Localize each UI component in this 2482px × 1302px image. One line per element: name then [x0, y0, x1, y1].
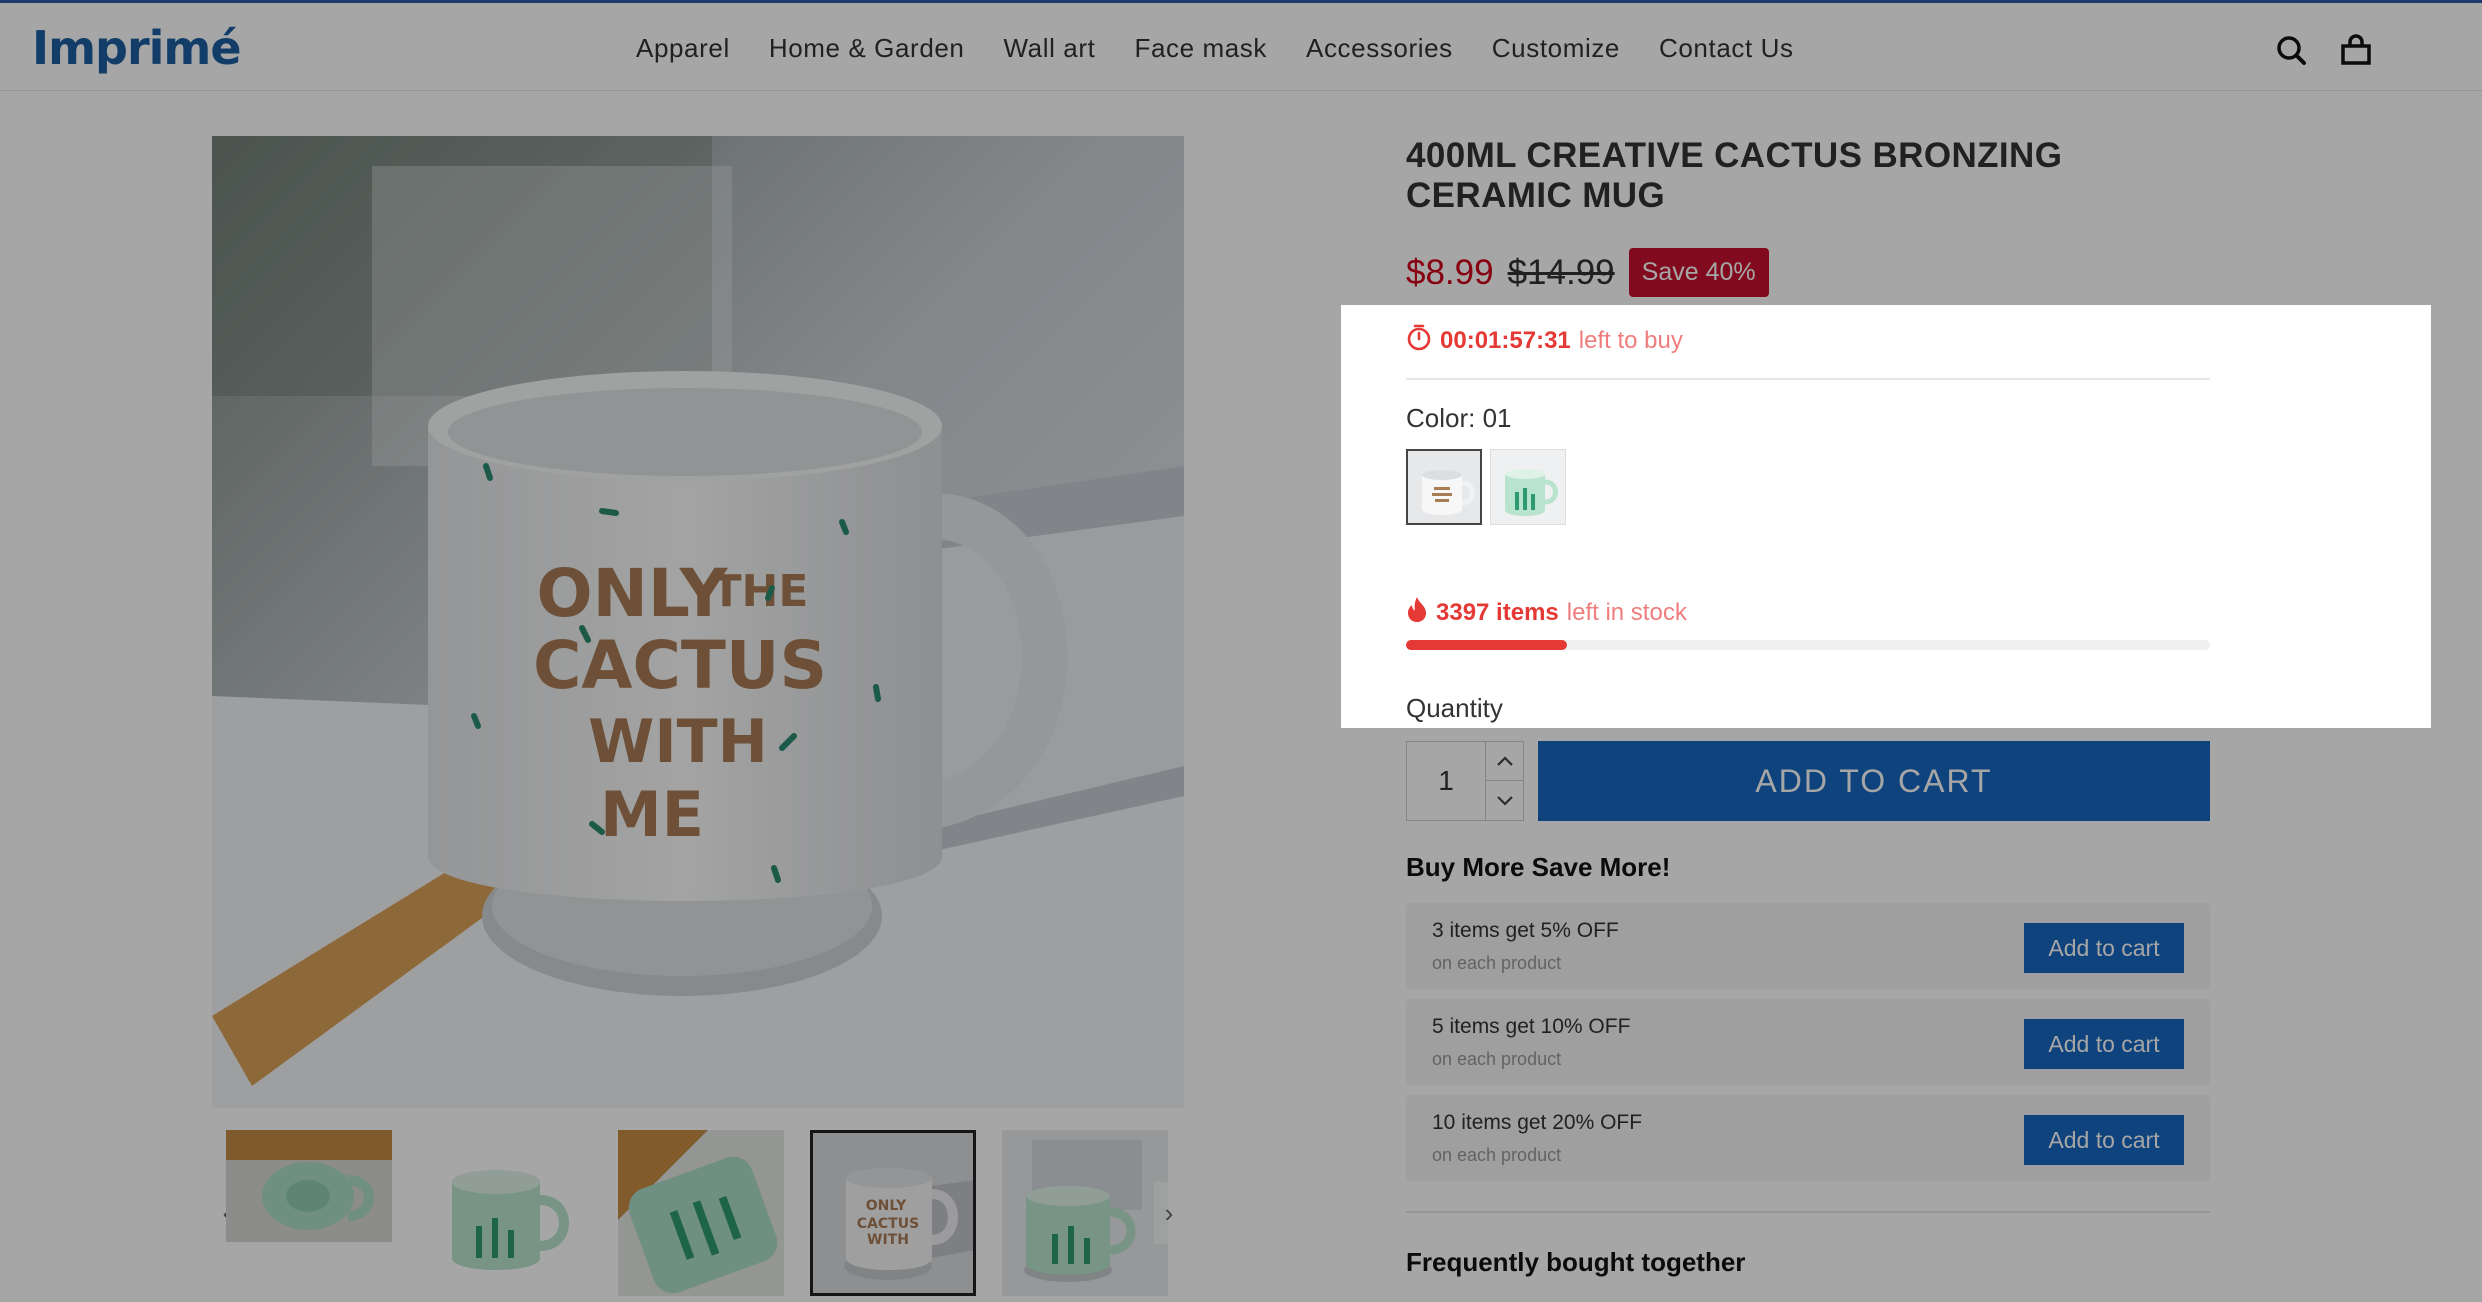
color-label: Color: 01 — [1406, 403, 1512, 433]
thumbnail-strip: ‹ ONLYCACTUSWITH › — [212, 1130, 1184, 1300]
stock-indicator: 3397 items left in stock — [1406, 595, 1687, 630]
mug-text-with: WITH — [588, 707, 768, 777]
bundle-offer-subtitle: on each product — [1432, 953, 1562, 973]
price-row: $8.99 $14.99 Save 40% — [1406, 248, 1769, 297]
bundle-offer: 5 items get 10% OFF on each product Add … — [1406, 999, 2210, 1085]
thumbnail-1[interactable] — [226, 1130, 392, 1242]
quantity-input[interactable]: 1 — [1407, 742, 1485, 820]
nav-item-wall-art[interactable]: Wall art — [1004, 33, 1096, 64]
bundle-offer: 10 items get 20% OFF on each product Add… — [1406, 1095, 2210, 1181]
thumbnail-4-selected[interactable]: ONLY CACTUS WITH — [810, 1130, 976, 1296]
thumbnail-next-arrow[interactable]: › — [1154, 1182, 1184, 1244]
bundle-add-to-cart-button[interactable]: Add to cart — [2024, 923, 2184, 973]
nav-item-customize[interactable]: Customize — [1492, 33, 1620, 64]
bundle-offer-title: 5 items get 10% OFF — [1432, 1015, 1631, 1038]
bundle-offer-subtitle: on each product — [1432, 1049, 1562, 1069]
quantity-increase-button[interactable] — [1485, 742, 1523, 781]
svg-text:ONLY: ONLY — [866, 1198, 907, 1214]
chevron-down-icon — [1496, 795, 1513, 806]
main-nav: Apparel Home & Garden Wall art Face mask… — [636, 33, 1794, 64]
thumbnail-3[interactable] — [618, 1130, 784, 1296]
color-swatch-02[interactable] — [1490, 449, 1566, 525]
nav-item-contact-us[interactable]: Contact Us — [1659, 33, 1794, 64]
stock-progress-bar — [1406, 640, 2210, 650]
thumbnail-5[interactable] — [1002, 1130, 1168, 1296]
bundle-add-to-cart-button[interactable]: Add to cart — [2024, 1115, 2184, 1165]
stock-count: 3397 items — [1436, 598, 1559, 626]
stock-suffix: left in stock — [1566, 598, 1687, 626]
mug-text-cactus: CACTUS — [533, 627, 827, 704]
buy-more-title: Buy More Save More! — [1406, 852, 1671, 882]
thumbnail-2[interactable] — [422, 1130, 588, 1296]
mug-photo: ONLY THE CACTUS WITH ME — [212, 136, 1184, 1108]
cart-icon[interactable] — [2336, 31, 2376, 71]
site-logo[interactable]: Imprimé — [32, 21, 242, 75]
mug-text-the: THE — [712, 566, 809, 617]
site-header: Imprimé Apparel Home & Garden Wall art F… — [0, 3, 2482, 91]
bundle-offer-title: 3 items get 5% OFF — [1432, 919, 1619, 942]
bundle-offer: 3 items get 5% OFF on each product Add t… — [1406, 903, 2210, 989]
bundle-offer-title: 10 items get 20% OFF — [1432, 1111, 1643, 1134]
divider — [1406, 378, 2210, 380]
svg-text:CACTUS: CACTUS — [857, 1216, 919, 1232]
stock-progress-fill — [1406, 640, 1567, 650]
countdown-value: 00:01:57:31 — [1440, 326, 1571, 354]
nav-item-home-garden[interactable]: Home & Garden — [769, 33, 965, 64]
quantity-decrease-button[interactable] — [1485, 781, 1523, 820]
bundle-offer-subtitle: on each product — [1432, 1145, 1562, 1165]
product-title: 400ML CREATIVE CACTUS BRONZING CERAMIC M… — [1406, 136, 2063, 215]
quantity-label: Quantity — [1406, 693, 1503, 723]
bundle-add-to-cart-button[interactable]: Add to cart — [2024, 1019, 2184, 1069]
quantity-stepper: 1 — [1406, 741, 1524, 821]
nav-item-accessories[interactable]: Accessories — [1306, 33, 1453, 64]
svg-text:WITH: WITH — [867, 1232, 909, 1248]
stopwatch-icon — [1406, 323, 1432, 358]
countdown-timer: 00:01:57:31 left to buy — [1406, 323, 1683, 358]
nav-item-face-mask[interactable]: Face mask — [1134, 33, 1267, 64]
fire-icon — [1406, 595, 1428, 630]
mug-text-only: ONLY — [537, 555, 729, 632]
compare-price: $14.99 — [1507, 252, 1615, 292]
sale-price: $8.99 — [1406, 252, 1494, 292]
chevron-up-icon — [1496, 756, 1513, 766]
search-icon[interactable] — [2272, 31, 2312, 71]
add-to-cart-button[interactable]: ADD TO CART — [1538, 741, 2210, 821]
frequently-bought-title: Frequently bought together — [1406, 1247, 1746, 1277]
mug-text-me: ME — [600, 778, 704, 851]
countdown-suffix: left to buy — [1578, 326, 1683, 354]
main-product-image[interactable]: ONLY THE CACTUS WITH ME — [212, 136, 1184, 1108]
color-swatch-01[interactable] — [1406, 449, 1482, 525]
save-badge: Save 40% — [1628, 248, 1769, 297]
dim-overlay — [2431, 305, 2482, 728]
nav-item-apparel[interactable]: Apparel — [636, 33, 730, 64]
divider — [1406, 1211, 2210, 1213]
